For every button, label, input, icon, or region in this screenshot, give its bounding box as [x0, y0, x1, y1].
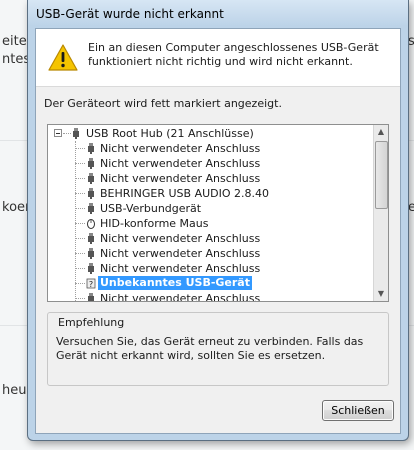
- tree-item-label: Unbekanntes USB-Gerät: [98, 276, 252, 290]
- warning-icon: [48, 44, 78, 71]
- usb-plug-icon: [88, 263, 94, 274]
- tree-connector: [75, 253, 85, 254]
- close-button[interactable]: Schließen: [322, 400, 394, 421]
- tree-item[interactable]: Nicht verwendeter Anschluss: [48, 246, 374, 261]
- tree-item[interactable]: USB-Verbundgerät: [48, 201, 374, 216]
- usb-error-dialog: USB-Gerät wurde nicht erkannt Ein an die…: [27, 0, 409, 441]
- tree-item-label: Nicht verwendeter Anschluss: [100, 292, 261, 302]
- usb-hub-icon: [73, 128, 79, 139]
- divider: [36, 86, 400, 87]
- background-text-fragment: ntes: [2, 52, 31, 67]
- recommendation-group: Empfehlung Versuchen Sie, das Gerät erne…: [47, 312, 389, 386]
- tree-connector: [75, 238, 85, 239]
- collapse-toggle-icon[interactable]: [54, 129, 62, 137]
- tree-item-label: USB-Verbundgerät: [100, 202, 202, 215]
- usb-plug-icon: [88, 173, 94, 184]
- tree-root-label: USB Root Hub (21 Anschlüsse): [86, 127, 254, 140]
- usb-plug-icon: [88, 248, 94, 259]
- mouse-icon: [87, 219, 95, 229]
- tree-connector: [75, 298, 85, 299]
- background-text-fragment: heul: [2, 383, 31, 398]
- tree-connector: [75, 178, 85, 179]
- scroll-up-icon[interactable]: ▲: [374, 125, 388, 139]
- tree-item[interactable]: Nicht verwendeter Anschluss: [48, 171, 374, 186]
- tree-item-selected[interactable]: ? Unbekanntes USB-Gerät: [48, 276, 374, 291]
- location-label: Der Geräteort wird fett markiert angezei…: [44, 97, 282, 110]
- scroll-down-icon[interactable]: ▼: [374, 287, 388, 301]
- tree-item[interactable]: Nicht verwendeter Anschluss: [48, 156, 374, 171]
- recommendation-title: Empfehlung: [56, 316, 127, 329]
- tree-connector: [75, 283, 85, 284]
- vertical-scrollbar[interactable]: ▲ ▼: [373, 125, 388, 301]
- tree-root[interactable]: USB Root Hub (21 Anschlüsse): [48, 126, 374, 141]
- usb-plug-icon: [88, 293, 94, 301]
- tree-connector: [75, 268, 85, 269]
- warning-message: Ein an diesen Computer angeschlossenes U…: [88, 41, 379, 68]
- tree-item-label: BEHRINGER USB AUDIO 2.8.40: [100, 187, 270, 200]
- svg-text:?: ?: [89, 280, 93, 289]
- usb-plug-icon: [88, 158, 94, 169]
- tree-connector: [75, 208, 85, 209]
- tree-item-label: Nicht verwendeter Anschluss: [100, 157, 261, 170]
- usb-plug-icon: [88, 233, 94, 244]
- device-tree-rows: USB Root Hub (21 Anschlüsse) Nicht verwe…: [48, 126, 374, 302]
- header-band: Ein an diesen Computer angeschlossenes U…: [36, 29, 400, 86]
- tree-item[interactable]: Nicht verwendeter Anschluss: [48, 261, 374, 276]
- tree-item[interactable]: Nicht verwendeter Anschluss: [48, 141, 374, 156]
- tree-connector: [75, 193, 85, 194]
- device-tree[interactable]: USB Root Hub (21 Anschlüsse) Nicht verwe…: [47, 124, 389, 302]
- tree-connector: [75, 163, 85, 164]
- usb-plug-icon: [88, 203, 94, 214]
- recommendation-text: Versuchen Sie, das Gerät erneut zu verbi…: [56, 335, 364, 362]
- tree-item[interactable]: Nicht verwendeter Anschluss: [48, 231, 374, 246]
- tree-item-label: Nicht verwendeter Anschluss: [100, 232, 261, 245]
- tree-item[interactable]: HID-konforme Maus: [48, 216, 374, 231]
- tree-item-label: Nicht verwendeter Anschluss: [100, 142, 261, 155]
- tree-connector: [75, 223, 85, 224]
- usb-plug-icon: [88, 188, 94, 199]
- scrollbar-thumb[interactable]: [375, 141, 388, 209]
- tree-connector: [75, 141, 76, 301]
- unknown-device-icon: ?: [86, 278, 96, 289]
- tree-item-label: Nicht verwendeter Anschluss: [100, 247, 261, 260]
- tree-item[interactable]: BEHRINGER USB AUDIO 2.8.40: [48, 186, 374, 201]
- tree-item-label: Nicht verwendeter Anschluss: [100, 172, 261, 185]
- title-bar[interactable]: USB-Gerät wurde nicht erkannt: [28, 0, 408, 26]
- tree-item[interactable]: Nicht verwendeter Anschluss: [48, 291, 374, 302]
- tree-item-label: HID-konforme Maus: [100, 217, 209, 230]
- usb-plug-icon: [88, 143, 94, 154]
- tree-connector: [75, 148, 85, 149]
- tree-item-label: Nicht verwendeter Anschluss: [100, 262, 261, 275]
- dialog-body: Ein an diesen Computer angeschlossenes U…: [35, 28, 401, 434]
- tree-connector: [63, 133, 71, 134]
- dialog-title: USB-Gerät wurde nicht erkannt: [36, 7, 224, 21]
